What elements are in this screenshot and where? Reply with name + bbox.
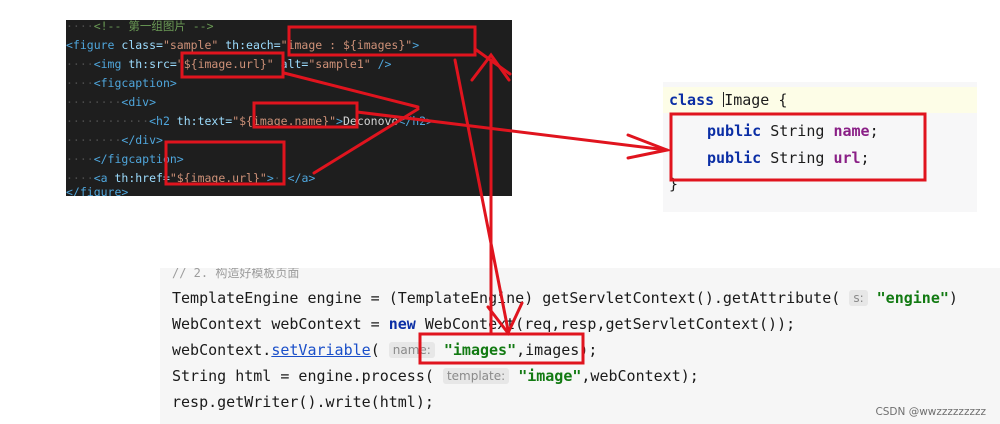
- highlight-box-th-text: [252, 101, 359, 129]
- arrow-to-class-line: [355, 110, 669, 152]
- annotation-overlay: [164, 25, 927, 365]
- highlight-box-images-string: [418, 332, 585, 365]
- highlight-box-th-src: [180, 51, 285, 79]
- highlight-box-th-href: [164, 140, 286, 186]
- arrow-down-line: [453, 58, 510, 332]
- highlight-box-class-fields: [669, 112, 927, 182]
- highlight-box-th-each: [287, 25, 477, 57]
